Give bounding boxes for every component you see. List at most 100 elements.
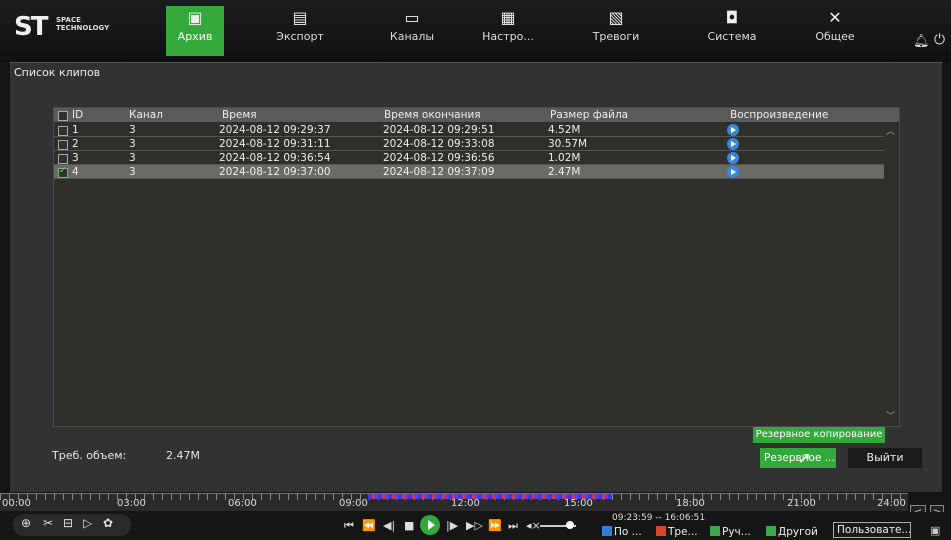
tab-settings[interactable]: ▦ Настро... — [478, 6, 538, 56]
column-header: Канал — [129, 109, 163, 121]
skip-end-icon[interactable]: ⏭ — [508, 519, 518, 533]
save-clip-icon[interactable]: ⊟ — [63, 516, 73, 530]
checkbox-icon — [656, 526, 666, 536]
timeline-tick: 24:00 — [877, 498, 906, 509]
table-row[interactable]: 1 3 2024-08-12 09:29:37 2024-08-12 09:29… — [54, 123, 884, 137]
cell-channel: 3 — [129, 152, 136, 164]
timeline-tick: 09:00 — [339, 498, 368, 509]
row-checkbox[interactable] — [58, 154, 68, 164]
skip-start-icon[interactable]: ⏮ — [344, 519, 354, 533]
row-checkbox[interactable] — [58, 166, 68, 178]
required-space-value: 2.47M — [166, 449, 200, 462]
cell-size: 4.52M — [548, 124, 581, 136]
tab-export[interactable]: ▤ Экспорт — [270, 6, 330, 56]
volume-knob[interactable] — [566, 521, 574, 529]
panel-title: Список клипов — [14, 66, 101, 79]
table-row[interactable]: 3 3 2024-08-12 09:36:54 2024-08-12 09:36… — [54, 151, 884, 165]
settings-icon: ▦ — [500, 8, 516, 27]
save-icon: ▤ — [292, 8, 308, 27]
fast-forward-icon[interactable]: ⏩ — [488, 519, 502, 532]
cell-channel: 3 — [129, 124, 136, 136]
cell-end: 2024-08-12 09:29:51 — [383, 124, 495, 136]
clip-cut-icon[interactable]: ✂ — [43, 516, 53, 530]
tab-general[interactable]: ✕ Общее — [805, 6, 865, 56]
mouse-cursor-icon: ➚ — [798, 448, 812, 467]
top-navigation-bar: ST SPACE TECHNOLOGY ▣ Архив ▤ Экспорт ▭ … — [0, 0, 951, 62]
filter-label: Тре... — [668, 526, 698, 538]
volume-icon[interactable]: ◂× — [526, 519, 541, 532]
tab-label: Каналы — [389, 30, 435, 43]
settings-icon[interactable]: ✿ — [103, 516, 113, 530]
select-all-checkbox[interactable] — [58, 111, 68, 121]
play-button[interactable] — [420, 515, 440, 535]
cell-size: 30.57M — [548, 138, 588, 150]
table-row[interactable]: 2 3 2024-08-12 09:31:11 2024-08-12 09:33… — [54, 137, 884, 151]
filter-normal[interactable]: По ... — [602, 526, 642, 538]
tab-label: Экспорт — [276, 30, 324, 43]
scroll-up-icon[interactable]: ︿ — [886, 124, 895, 137]
play-clip-icon[interactable] — [727, 152, 739, 164]
backup-tooltip: Резервное копирование — [753, 427, 885, 443]
cell-end: 2024-08-12 09:37:09 — [383, 166, 495, 178]
slow-forward-icon[interactable]: ▶▷ — [466, 519, 483, 532]
cell-size: 1.02M — [548, 152, 581, 164]
play-clip-icon[interactable] — [727, 138, 739, 150]
column-header: ID — [72, 109, 84, 121]
column-header: Время окончания — [384, 109, 481, 121]
cell-start: 2024-08-12 09:36:54 — [219, 152, 331, 164]
cell-channel: 3 — [129, 166, 136, 178]
tab-label: Настро... — [482, 30, 534, 43]
power-icon[interactable]: ⏻ — [934, 32, 945, 48]
exit-button[interactable]: Выйти — [848, 448, 922, 468]
timeline[interactable]: 00:00 03:00 06:00 09:00 12:00 15:00 18:0… — [0, 493, 908, 511]
user-select[interactable]: Пользовате... — [833, 522, 911, 538]
filter-alarm[interactable]: Тре... — [656, 526, 698, 538]
tab-channels[interactable]: ▭ Каналы — [382, 6, 442, 56]
filter-label: По ... — [614, 526, 642, 538]
row-checkbox[interactable] — [58, 140, 68, 150]
logo: ST SPACE TECHNOLOGY — [14, 10, 124, 46]
timeline-tick: 15:00 — [564, 498, 593, 509]
cell-id: 2 — [72, 138, 79, 150]
tools-group: ⊕ ✂ ⊟ ▷ ✿ — [13, 514, 131, 536]
fullscreen-icon[interactable]: ▣ — [930, 524, 940, 537]
cell-id: 4 — [72, 166, 79, 178]
zoom-icon[interactable]: ⊕ — [21, 516, 31, 530]
tab-label: Система — [707, 30, 757, 43]
system-icon: ◘ — [725, 8, 739, 27]
row-checkbox[interactable] — [58, 126, 68, 136]
clip-table: ID Канал Время Время окончания Размер фа… — [53, 107, 900, 427]
step-forward-icon[interactable]: |▶ — [446, 519, 458, 532]
play-clip-icon[interactable] — [727, 124, 739, 136]
play-clip-icon[interactable] — [727, 166, 739, 178]
timeline-tick: 03:00 — [117, 498, 146, 509]
checkbox-icon — [766, 526, 776, 536]
column-header: Время — [222, 109, 257, 121]
scroll-down-icon[interactable]: ﹀ — [886, 409, 895, 422]
table-header: ID Канал Время Время окончания Размер фа… — [54, 108, 899, 122]
checkbox-icon — [602, 526, 612, 536]
table-row[interactable]: 4 3 2024-08-12 09:37:00 2024-08-12 09:37… — [54, 165, 884, 179]
bell-icon[interactable]: 🔔︎ — [913, 34, 930, 49]
cell-start: 2024-08-12 09:29:37 — [219, 124, 331, 136]
checkbox-icon — [710, 526, 720, 536]
play-mode-icon[interactable]: ▷ — [83, 516, 92, 530]
filter-other[interactable]: Другой — [766, 526, 818, 538]
tools-icon: ✕ — [828, 8, 842, 27]
cell-size: 2.47M — [548, 166, 581, 178]
stop-icon[interactable]: ■ — [404, 519, 414, 532]
cell-channel: 3 — [129, 138, 136, 150]
tab-label: Тревоги — [592, 30, 640, 43]
tab-label: Архив — [177, 30, 213, 43]
tab-label: Общее — [815, 30, 855, 43]
step-back-icon[interactable]: ◀| — [383, 519, 395, 532]
tab-archive[interactable]: ▣ Архив — [166, 6, 224, 56]
logo-mark: ST — [14, 12, 48, 42]
timeline-tick: 06:00 — [228, 498, 257, 509]
tab-alarms[interactable]: ▧ Тревоги — [586, 6, 646, 56]
rewind-icon[interactable]: ⏪ — [362, 519, 376, 532]
cell-start: 2024-08-12 09:37:00 — [219, 166, 331, 178]
tab-system[interactable]: ◘ Система — [702, 6, 762, 56]
filter-manual[interactable]: Руч... — [710, 526, 751, 538]
timeline-tick: 21:00 — [787, 498, 816, 509]
